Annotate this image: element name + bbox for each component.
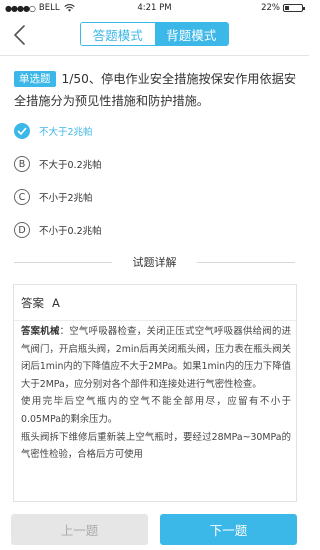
- chevron-left-icon: [14, 25, 25, 45]
- back-button[interactable]: [10, 23, 32, 47]
- divider-line: [197, 262, 295, 263]
- status-bar: ●●●●○ BELL 4:21 PM 22%: [0, 0, 309, 17]
- option-letter: D: [14, 222, 30, 238]
- mode-switch: 答题模式 背题模式: [80, 22, 229, 46]
- option-text: 不大于0.2兆帕: [39, 160, 102, 171]
- nav-bar: 答题模式 背题模式: [0, 17, 309, 55]
- question-text: 1/50、停电作业安全措施按保安作用依据安全措施分为预见性措施和防护措施。: [14, 72, 297, 108]
- analysis-paragraph: 答案机械：空气呼吸器检查，关闭正压式空气呼吸器供给阀的进气阀门，开启瓶头阀，2m…: [21, 326, 291, 390]
- answer-label: 答案: [21, 296, 44, 310]
- detail-section-header: 试题详解: [0, 252, 309, 272]
- explanation-card: 答案 A 答案机械：空气呼吸器检查，关闭正压式空气呼吸器供给阀的进气阀门，开启瓶头…: [13, 284, 297, 502]
- tab-answer-mode[interactable]: 答题模式: [81, 23, 155, 45]
- option-text: 不小于2兆帕: [39, 193, 93, 204]
- option-text: 不小于0.2兆帕: [39, 226, 102, 237]
- status-right: 22%: [261, 3, 305, 13]
- card-divider: [14, 320, 296, 321]
- option-letter: B: [14, 156, 30, 172]
- option-d[interactable]: D 不小于0.2兆帕: [14, 221, 102, 239]
- answer-row: 答案 A: [21, 295, 60, 311]
- next-question-button[interactable]: 下一题: [160, 514, 297, 545]
- analysis-text: 答案机械：空气呼吸器检查，关闭正压式空气呼吸器供给阀的进气阀门，开启瓶头阀，2m…: [21, 323, 291, 464]
- option-letter: C: [14, 189, 30, 205]
- question-stem: 单选题 1/50、停电作业安全措施按保安作用依据安全措施分为预见性措施和防护措施。: [14, 68, 300, 112]
- option-b[interactable]: B 不大于0.2兆帕: [14, 155, 102, 173]
- check-icon: [14, 123, 30, 139]
- nav-divider: [0, 55, 309, 56]
- battery-percent: 22%: [261, 3, 280, 13]
- analysis-label: 答案机械: [21, 326, 60, 337]
- analysis-paragraph: 瓶头阀拆下维修后重新装上空气瓶时，要经过28MPa~30MPa的气密性检验，合格…: [21, 431, 291, 461]
- tab-recite-mode[interactable]: 背题模式: [154, 23, 228, 45]
- option-text: 不大于2兆帕: [39, 127, 93, 138]
- battery-icon: [283, 4, 305, 12]
- option-c[interactable]: C 不小于2兆帕: [14, 188, 93, 206]
- bottom-bar: 上一题 下一题: [0, 506, 309, 550]
- option-a[interactable]: 不大于2兆帕: [14, 122, 93, 140]
- prev-question-button[interactable]: 上一题: [11, 514, 148, 545]
- analysis-paragraph: 使用完毕后空气瓶内的空气不能全部用尽，应留有不小于0.05MPa的剩余压力。: [21, 396, 291, 425]
- answer-value: A: [52, 296, 60, 310]
- question-type-badge: 单选题: [14, 71, 56, 87]
